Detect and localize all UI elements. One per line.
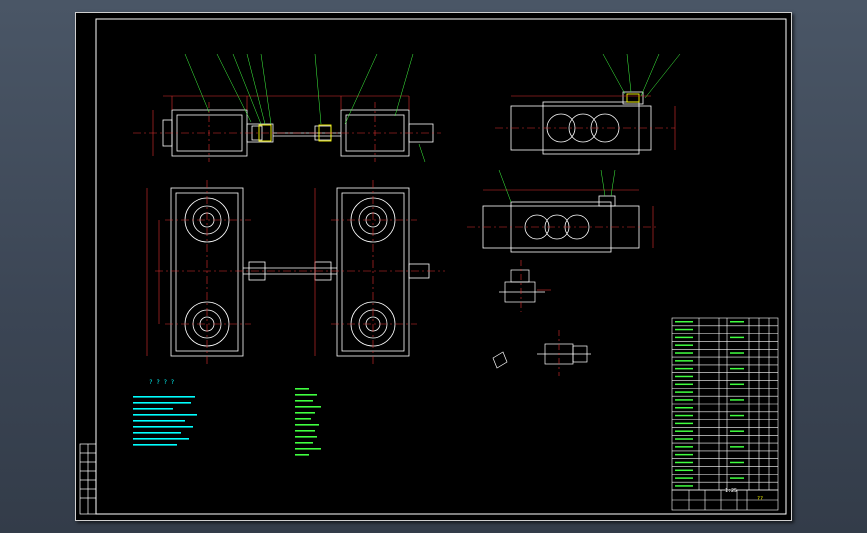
parts-cell-mark	[675, 328, 693, 331]
note-line	[295, 436, 317, 438]
outer-frame	[75, 12, 792, 521]
front-view-centerlines	[155, 180, 445, 364]
note-line	[133, 444, 177, 446]
parts-cell-mark	[730, 383, 744, 386]
title-block-tag: ??	[757, 496, 763, 502]
parts-cell-mark	[730, 321, 744, 323]
note-line	[295, 400, 313, 402]
parts-cell-mark	[675, 422, 693, 425]
parts-cell-mark	[675, 383, 693, 386]
note-line	[295, 424, 319, 426]
note-line	[295, 406, 321, 408]
parts-cell-mark	[730, 446, 744, 448]
detail-view-b	[537, 343, 591, 365]
side-view-dims	[467, 95, 676, 248]
note-line	[295, 454, 309, 456]
note-line	[295, 394, 317, 396]
note-line	[133, 432, 181, 434]
side-view-lower	[482, 195, 640, 253]
note-line	[295, 388, 309, 390]
cad-drawing: ? ? ? ? 1:25 ??	[75, 12, 792, 521]
parts-cell-mark	[730, 414, 744, 417]
parts-cell-mark	[675, 414, 693, 417]
parts-cell-mark	[730, 461, 744, 464]
parts-cell-mark	[675, 399, 693, 401]
side-view-leaders	[498, 53, 681, 203]
parts-cell-mark	[675, 344, 693, 346]
parts-cell-mark	[675, 469, 693, 472]
parts-cell-mark	[675, 321, 693, 323]
note-line	[133, 426, 193, 428]
parts-cell-mark	[730, 430, 744, 432]
title-block-scale: 1:25	[725, 488, 737, 494]
detail-dims	[520, 260, 560, 376]
top-view-leaders	[184, 53, 426, 163]
parts-cell-mark	[675, 336, 693, 339]
note-line	[133, 414, 197, 416]
notes-heading: ? ? ? ?	[149, 379, 175, 386]
note-line	[133, 402, 191, 404]
parts-cell-mark	[730, 336, 744, 339]
parts-cell-mark	[675, 360, 693, 362]
drawing-sheet: ? ? ? ? 1:25 ??	[75, 12, 792, 521]
parts-cell-mark	[675, 367, 693, 370]
note-line	[133, 438, 189, 440]
side-view-upper-highlight	[626, 93, 640, 103]
parts-cell-mark	[675, 391, 693, 393]
note-line	[295, 442, 313, 444]
note-line	[295, 430, 315, 432]
note-line	[133, 408, 173, 410]
notes-left-block	[133, 396, 197, 446]
front-view-dims	[146, 188, 316, 356]
parts-cell-mark	[730, 367, 744, 370]
detail-view-c	[492, 351, 508, 369]
cad-viewport[interactable]: ? ? ? ? 1:25 ??	[0, 0, 867, 533]
left-margin-boxes	[79, 443, 97, 515]
parts-cell-mark	[675, 461, 693, 464]
note-line	[133, 420, 185, 422]
parts-cell-mark	[675, 375, 693, 378]
parts-cell-mark	[675, 477, 693, 479]
parts-cell-mark	[675, 438, 693, 440]
parts-cell-mark	[730, 352, 744, 354]
note-line	[133, 396, 195, 398]
detail-view-a	[499, 269, 545, 303]
parts-cell-mark	[675, 407, 693, 409]
parts-cell-mark	[675, 485, 693, 487]
parts-cell-mark	[675, 430, 693, 432]
note-line	[295, 448, 321, 450]
parts-list-table	[671, 317, 779, 511]
side-view-upper	[510, 91, 652, 155]
parts-cell-mark	[730, 477, 744, 479]
parts-cell-mark	[675, 446, 693, 448]
parts-cell-mark	[730, 399, 744, 401]
note-line	[295, 418, 311, 420]
top-view-dims	[133, 95, 441, 162]
parts-cell-mark	[675, 352, 693, 354]
parts-cell-mark	[675, 453, 693, 456]
note-line	[295, 412, 315, 414]
notes-right-block	[295, 388, 321, 456]
